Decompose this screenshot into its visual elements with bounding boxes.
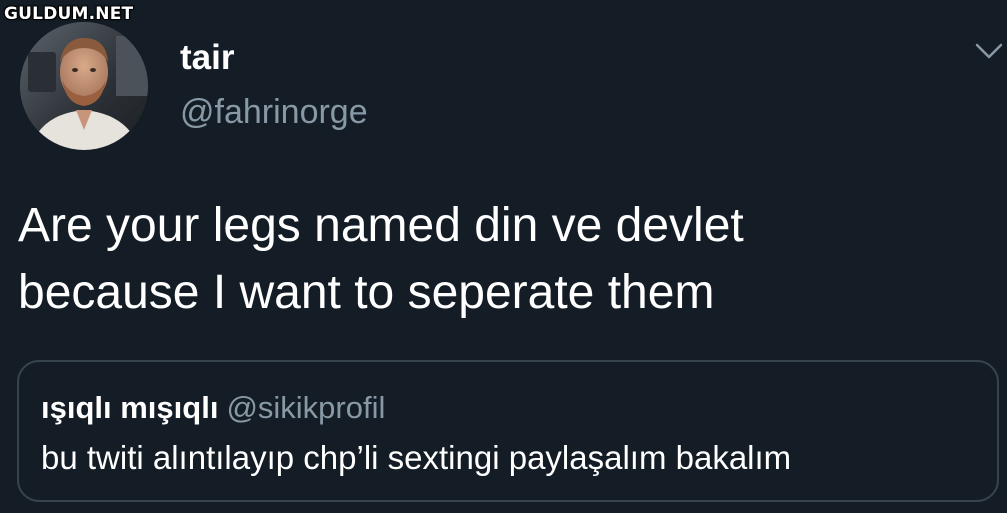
chevron-down-icon[interactable] [974,40,1004,62]
tweet-text-line: Are your legs named din ve devlet [18,199,744,252]
author-handle[interactable]: @fahrinorge [180,92,368,132]
quoted-tweet-header: ışıqlı mışıqlı @sikikprofil [41,390,385,426]
tweet-text-line: because I want to seperate them [18,266,715,319]
tweet-text: Are your legs named din ve devlet becaus… [18,192,993,326]
tweet-screenshot: GULDUM.NET tair @fahrinorge Are your leg… [0,0,1007,513]
avatar[interactable] [20,22,148,150]
quoted-tweet-card[interactable]: ışıqlı mışıqlı @sikikprofil bu twiti alın… [17,360,999,502]
author-display-name[interactable]: tair [180,38,234,78]
quoted-tweet-text: bu twiti alıntılayıp chp’li sextingi pay… [41,439,792,476]
avatar-photo [20,22,148,150]
quoted-author-name: ışıqlı mışıqlı [41,390,219,425]
site-watermark: GULDUM.NET [4,4,134,24]
quoted-author-handle: @sikikprofil [226,390,386,425]
